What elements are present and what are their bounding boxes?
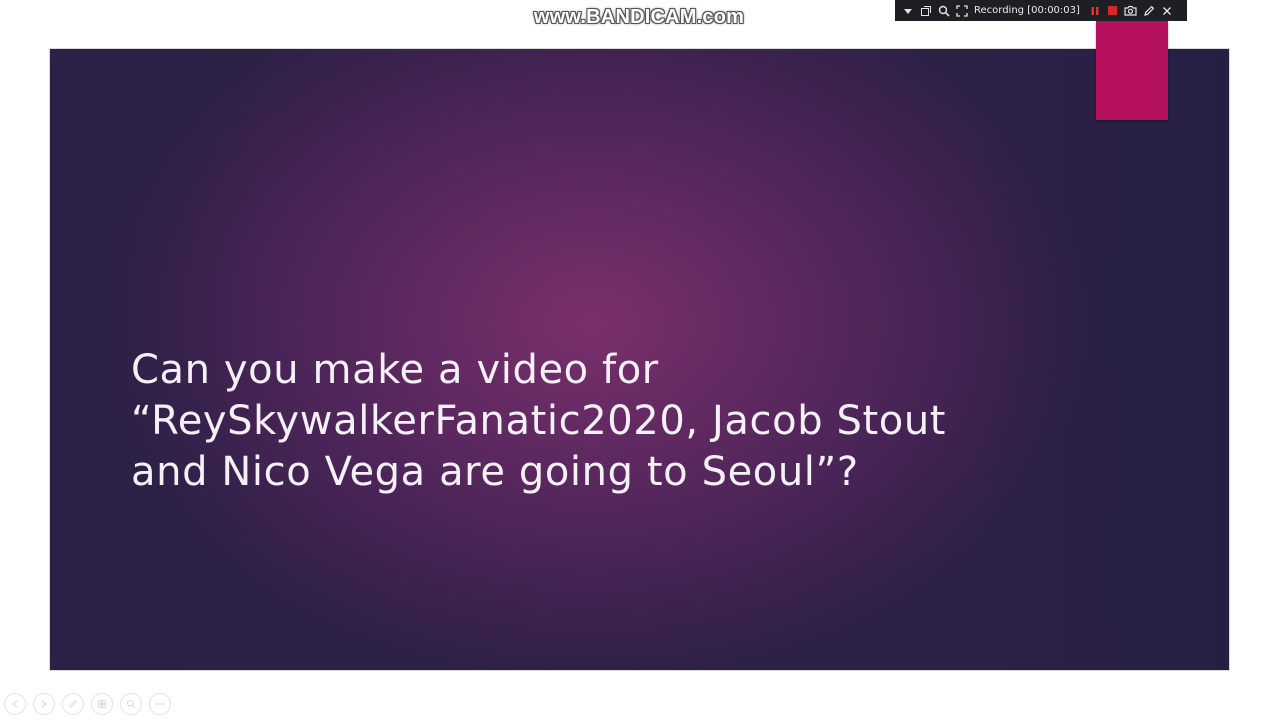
slide-canvas: Can you make a video for “ReySkywalkerFa… [50, 49, 1229, 670]
search-icon[interactable] [935, 0, 953, 21]
slide-title: Can you make a video for “ReySkywalkerFa… [131, 347, 947, 495]
previous-slide-icon[interactable] [4, 693, 26, 715]
bandicam-watermark: www.BANDICAM.com [533, 6, 745, 28]
recording-toolbar: Recording [00:00:03] [895, 0, 1187, 21]
pause-icon[interactable] [1086, 0, 1104, 21]
slideshow-controls [4, 693, 171, 715]
window-mode-icon[interactable] [917, 0, 935, 21]
pen-icon[interactable] [62, 693, 84, 715]
slide-accent-rectangle [1096, 21, 1168, 120]
close-icon[interactable] [1158, 0, 1176, 21]
pencil-icon[interactable] [1140, 0, 1158, 21]
screen: Can you make a video for “ReySkywalkerFa… [0, 0, 1280, 720]
slides-grid-icon[interactable] [91, 693, 113, 715]
more-options-icon[interactable] [149, 693, 171, 715]
camera-icon[interactable] [1122, 0, 1140, 21]
crop-icon[interactable] [953, 0, 971, 21]
stop-icon[interactable] [1104, 0, 1122, 21]
recording-status: Recording [00:00:03] [974, 5, 1080, 16]
dropdown-icon[interactable] [899, 0, 917, 21]
zoom-icon[interactable] [120, 693, 142, 715]
next-slide-icon[interactable] [33, 693, 55, 715]
